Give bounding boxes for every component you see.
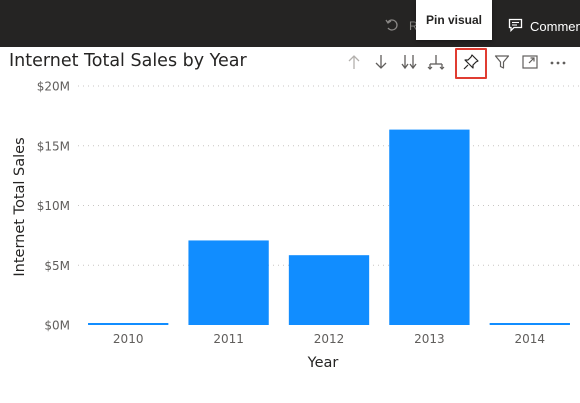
reset-icon — [385, 18, 399, 35]
x-axis-ticks: 2010 2011 2012 2013 2014 — [113, 332, 545, 346]
pin-visual-tooltip: Pin visual — [416, 0, 492, 40]
y-tick-label: $5M — [44, 259, 70, 273]
top-toolbar: Re Comment — [0, 0, 580, 47]
comment-label: Comment — [530, 18, 580, 34]
comment-button[interactable]: Comment — [508, 16, 580, 36]
chart-gridlines — [78, 85, 580, 266]
y-tick-label: $15M — [37, 139, 70, 153]
y-tick-label: $20M — [37, 80, 70, 94]
y-tick-label: $10M — [37, 199, 70, 213]
bar-2012[interactable] — [288, 255, 370, 325]
x-tick-label: 2013 — [414, 332, 445, 346]
filter-icon[interactable] — [490, 50, 514, 74]
bar-chart: $0M$5M$10M$15M$20M 2010 2011 2012 2013 2014 … — [12, 80, 580, 371]
expand-all-down-icon[interactable] — [397, 50, 421, 74]
bar-2010[interactable] — [88, 323, 169, 325]
more-options-icon[interactable] — [546, 50, 570, 74]
x-tick-label: 2012 — [314, 332, 345, 346]
drill-down-icon[interactable] — [369, 50, 393, 74]
focus-mode-icon[interactable] — [518, 50, 542, 74]
visual-title: Internet Total Sales by Year — [9, 51, 247, 71]
chart-bars — [88, 129, 570, 325]
y-axis-ticks: $0M $5M $10M $15M $20M — [37, 80, 70, 333]
x-tick-label: 2010 — [113, 332, 144, 346]
x-tick-label: 2014 — [515, 332, 546, 346]
x-tick-label: 2011 — [213, 332, 244, 346]
go-to-next-level-icon[interactable] — [424, 50, 448, 74]
visual-header-icons — [340, 50, 580, 74]
bar-2011[interactable] — [188, 240, 269, 325]
drill-up-icon[interactable] — [342, 50, 366, 74]
x-axis-title: Year — [307, 355, 339, 371]
y-axis-title: Internet Total Sales — [12, 137, 28, 276]
y-tick-label: $0M — [44, 319, 70, 333]
comment-icon — [508, 18, 523, 35]
bar-2013[interactable] — [389, 129, 470, 325]
pin-icon[interactable] — [459, 50, 483, 74]
bar-2014[interactable] — [489, 323, 570, 325]
